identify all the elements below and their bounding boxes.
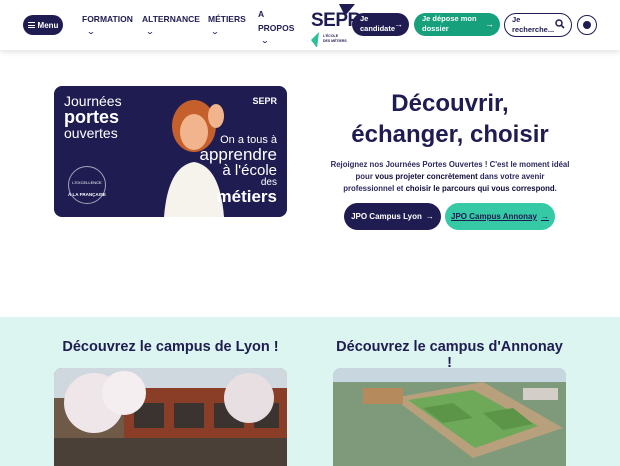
jpo-banner-image: Journées portes ouvertes L'EXCELLENCE À … — [54, 86, 287, 217]
account-button[interactable] — [577, 15, 597, 35]
arrow-right-icon: → — [485, 19, 494, 29]
nav-metiers[interactable]: MÉTIERS ⌄ — [208, 13, 246, 38]
jpo-lyon-label: JPO Campus Lyon — [351, 212, 422, 221]
desc-part3: . — [554, 184, 557, 193]
badge-bottom-text: À LA FRANÇAISE — [68, 192, 106, 197]
banner-line3: ouvertes — [64, 125, 118, 141]
campus-lyon-photo[interactable] — [54, 368, 287, 466]
banner-brand: SEPR — [252, 96, 277, 106]
hamburger-icon — [27, 21, 35, 30]
chevron-down-icon: ⌄ — [210, 27, 220, 36]
jpo-campus-annonay-button[interactable]: JPO Campus Annonay → — [445, 203, 555, 230]
excellence-badge: L'EXCELLENCE — [68, 166, 106, 204]
hero-description: Rejoignez nos Journées Portes Ouvertes !… — [330, 159, 570, 195]
chevron-down-icon: ⌄ — [260, 36, 270, 45]
banner-line2: portes — [64, 107, 120, 127]
tagline-3: à l'école — [222, 162, 277, 179]
nav-a-propos-line1: A — [258, 9, 265, 19]
nav-alternance[interactable]: ALTERNANCE ⌄ — [142, 13, 200, 38]
site-header: Menu FORMATION ⌄ ALTERNANCE ⌄ MÉTIERS ⌄ … — [0, 0, 620, 50]
banner-tagline: On a tous à apprendre à l'école des méti… — [199, 134, 277, 205]
nav-a-propos-line2: PROPOS — [258, 23, 295, 33]
nav-a-propos[interactable]: A PROPOS ⌄ — [258, 8, 294, 47]
nav-formation-label: FORMATION — [82, 14, 133, 24]
depose-dossier-line2: dossier — [422, 24, 449, 33]
nav-alternance-label: ALTERNANCE — [142, 14, 200, 24]
logo-subtitle-1: L'ÉCOLE — [323, 34, 339, 38]
user-icon — [583, 21, 591, 29]
jpo-annonay-label: JPO Campus Annonay — [451, 212, 537, 221]
campus-annonay-heading: Découvrez le campus d'Annonay ! — [336, 339, 563, 371]
desc-strong1: vous projeter concrètement — [375, 172, 478, 181]
menu-button[interactable]: Menu — [23, 15, 63, 35]
campus-section: Découvrez le campus de Lyon ! Découvrez … — [0, 317, 620, 466]
arrow-right-icon: → — [425, 212, 434, 221]
annonay-aerial-image — [333, 368, 566, 466]
hero-title-line2: échanger, choisir — [351, 121, 549, 148]
sepr-logo[interactable]: SEPR L'ÉCOLE DES MÉTIERS — [309, 4, 361, 47]
tagline-2: apprendre — [199, 145, 277, 164]
badge-text: L'EXCELLENCE — [72, 180, 102, 185]
chevron-down-icon: ⌄ — [145, 27, 155, 36]
tagline-5: métiers — [216, 187, 277, 206]
lyon-courtyard-image — [54, 368, 287, 466]
chevron-down-icon: ⌄ — [86, 27, 96, 36]
desc-strong2: choisir le parcours qui vous correspond — [405, 184, 555, 193]
je-candidate-button[interactable]: Je candidate → — [352, 13, 409, 36]
depose-dossier-button[interactable]: Je dépose mon dossier → — [414, 13, 500, 36]
search-input[interactable]: Je recherche... — [504, 13, 572, 37]
arrow-right-icon: → — [394, 19, 403, 29]
nav-metiers-label: MÉTIERS — [208, 14, 246, 24]
menu-label: Menu — [37, 20, 59, 30]
logo-subtitle-2: DES MÉTIERS — [323, 39, 347, 43]
hero-title-line1: Découvrir, — [391, 90, 509, 117]
hero-title: Découvrir, échanger, choisir — [335, 88, 565, 150]
arrow-right-icon: → — [540, 212, 549, 221]
campus-lyon-heading: Découvrez le campus de Lyon ! — [62, 339, 279, 355]
nav-formation[interactable]: FORMATION ⌄ — [82, 13, 133, 38]
search-icon[interactable] — [555, 19, 565, 29]
depose-dossier-line1: Je dépose mon — [422, 14, 477, 23]
banner-heading: Journées portes ouvertes — [64, 94, 122, 141]
campus-annonay-photo[interactable] — [333, 368, 566, 466]
jpo-campus-lyon-button[interactable]: JPO Campus Lyon → — [344, 203, 441, 230]
